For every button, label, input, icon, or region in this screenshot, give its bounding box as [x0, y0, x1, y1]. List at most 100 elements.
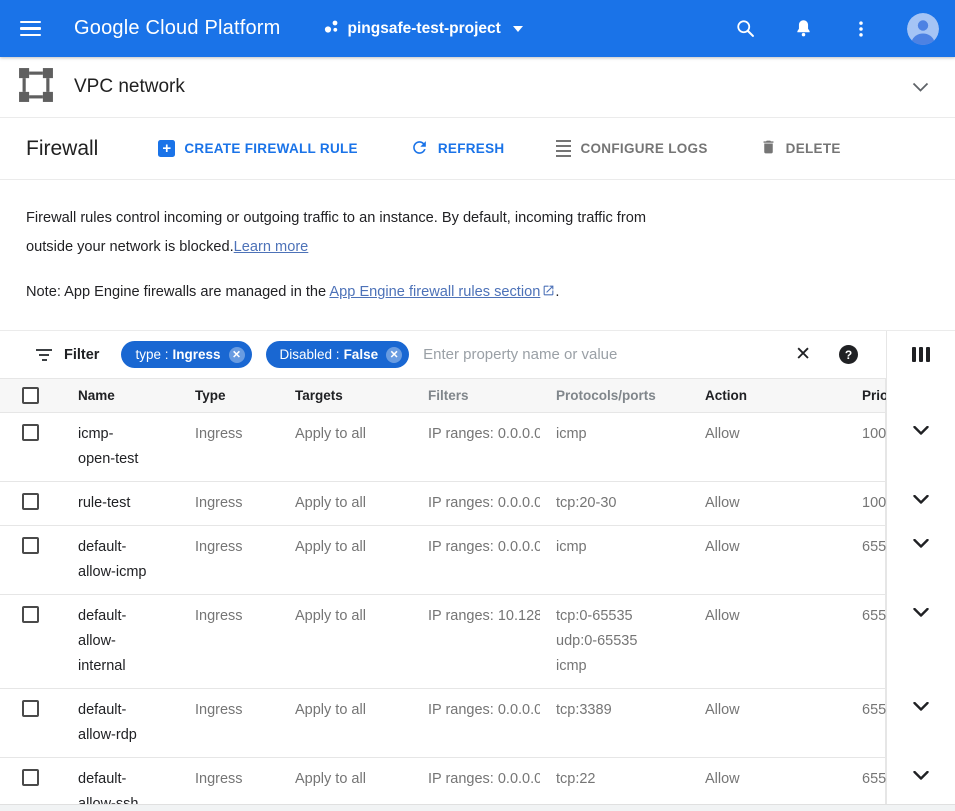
column-header-priority[interactable]: Priority — [862, 387, 886, 404]
rule-filters: IP ranges: 0.0.0.0/0 — [428, 535, 540, 560]
rule-protocols: icmp — [556, 413, 705, 481]
horizontal-scrollbar-track[interactable] — [0, 804, 955, 811]
page-title: Firewall — [26, 137, 98, 161]
project-icon — [323, 18, 340, 40]
project-selector[interactable]: pingsafe-test-project — [323, 18, 523, 40]
table-row: default-allow-rdp Ingress Apply to all I… — [0, 689, 955, 758]
expand-row-chevron-icon[interactable] — [913, 771, 929, 780]
rule-type: Ingress — [195, 482, 295, 525]
column-header-type[interactable]: Type — [195, 379, 295, 412]
rule-filters: IP ranges: 0.0.0.0/0 — [428, 491, 540, 516]
section-header: VPC network — [0, 57, 955, 118]
note-text: Note: App Engine firewalls are managed i… — [26, 284, 329, 300]
rule-filters: IP ranges: 10.128.0.0/9 — [428, 604, 540, 629]
filter-bar: Filter type :Ingress ✕ Disabled :False ✕… — [0, 331, 955, 378]
column-header-filters[interactable]: Filters — [428, 379, 556, 412]
table-header-row: Name Type Targets Filters Protocols/port… — [0, 378, 955, 413]
expand-row-chevron-icon[interactable] — [913, 702, 929, 711]
firewall-rule-name[interactable]: default-allow-rdp — [78, 689, 195, 757]
add-icon: + — [158, 140, 175, 157]
row-checkbox[interactable] — [22, 493, 39, 510]
rule-priority: 65534 — [862, 535, 886, 560]
filter-icon — [36, 349, 52, 361]
remove-chip-icon[interactable]: ✕ — [229, 347, 245, 363]
rule-action: Allow — [705, 413, 862, 481]
rule-priority: 1000 — [862, 491, 886, 516]
row-checkbox[interactable] — [22, 537, 39, 554]
rule-protocols: tcp:20-30 — [556, 482, 705, 525]
expand-row-chevron-icon[interactable] — [913, 539, 929, 548]
rule-priority: 65534 — [862, 767, 886, 792]
filter-chip-type-ingress[interactable]: type :Ingress ✕ — [121, 341, 251, 368]
rule-filters: IP ranges: 0.0.0.0/0 — [428, 422, 540, 447]
menu-icon[interactable] — [16, 7, 60, 51]
app-engine-firewall-link[interactable]: App Engine firewall rules section — [329, 284, 540, 300]
filter-label: Filter — [64, 347, 99, 363]
row-checkbox[interactable] — [22, 424, 39, 441]
trash-icon — [760, 138, 777, 159]
table-row: rule-test Ingress Apply to all IP ranges… — [0, 482, 955, 526]
column-header-protocols[interactable]: Protocols/ports — [556, 379, 705, 412]
rule-priority: 65534 — [862, 604, 886, 629]
logs-list-icon — [556, 140, 571, 158]
expand-row-chevron-icon[interactable] — [913, 495, 929, 504]
delete-button[interactable]: DELETE — [760, 138, 841, 159]
rule-protocols: tcp:0-65535udp:0-65535icmp — [556, 595, 705, 688]
firewall-rule-name[interactable]: default-allow-icmp — [78, 526, 195, 594]
rule-protocols: icmp — [556, 526, 705, 594]
row-checkbox[interactable] — [22, 769, 39, 786]
table-row: default-allow-icmp Ingress Apply to all … — [0, 526, 955, 595]
column-header-name[interactable]: Name — [78, 379, 195, 412]
rule-action: Allow — [705, 595, 862, 688]
vpc-network-icon — [18, 67, 54, 108]
column-display-options-icon[interactable] — [912, 347, 931, 362]
column-header-action[interactable]: Action — [705, 379, 862, 412]
filter-chip-disabled-false[interactable]: Disabled :False ✕ — [266, 341, 410, 368]
filter-input[interactable] — [423, 346, 787, 363]
firewall-rule-name[interactable]: icmp-open-test — [78, 413, 195, 481]
brand-title: Google Cloud Platform — [74, 17, 281, 40]
rule-targets: Apply to all — [295, 413, 428, 481]
row-checkbox[interactable] — [22, 606, 39, 623]
rule-priority: 1000 — [862, 422, 886, 447]
column-header-targets[interactable]: Targets — [295, 379, 428, 412]
search-icon[interactable] — [733, 17, 757, 41]
firewall-rule-name[interactable]: default-allow-internal — [78, 595, 195, 688]
section-title: VPC network — [74, 76, 185, 98]
description-text: Firewall rules control incoming or outgo… — [26, 210, 646, 255]
section-collapse-chevron-icon[interactable] — [912, 82, 929, 92]
table-body: icmp-open-test Ingress Apply to all IP r… — [0, 413, 955, 811]
rule-type: Ingress — [195, 689, 295, 757]
app-header: Google Cloud Platform pingsafe-test-proj… — [0, 0, 955, 57]
notifications-bell-icon[interactable] — [791, 17, 815, 41]
expand-row-chevron-icon[interactable] — [913, 608, 929, 617]
row-checkbox[interactable] — [22, 700, 39, 717]
clear-filters-icon[interactable]: ✕ — [795, 343, 811, 366]
learn-more-link[interactable]: Learn more — [234, 239, 309, 255]
refresh-button[interactable]: REFRESH — [410, 138, 505, 160]
firewall-rule-name[interactable]: rule-test — [78, 482, 195, 525]
rule-action: Allow — [705, 526, 862, 594]
refresh-icon — [410, 138, 429, 160]
firewall-description: Firewall rules control incoming or outgo… — [0, 180, 955, 331]
rule-targets: Apply to all — [295, 595, 428, 688]
configure-logs-button[interactable]: CONFIGURE LOGS — [556, 140, 707, 158]
select-all-checkbox[interactable] — [22, 387, 39, 404]
project-name: pingsafe-test-project — [348, 20, 501, 38]
rule-type: Ingress — [195, 526, 295, 594]
rule-action: Allow — [705, 689, 862, 757]
more-vert-icon[interactable] — [849, 17, 873, 41]
rule-targets: Apply to all — [295, 482, 428, 525]
rule-priority: 65534 — [862, 698, 886, 723]
expand-row-chevron-icon[interactable] — [913, 426, 929, 435]
external-link-icon — [542, 279, 555, 308]
create-firewall-rule-button[interactable]: + CREATE FIREWALL RULE — [158, 140, 358, 157]
remove-chip-icon[interactable]: ✕ — [386, 347, 402, 363]
rule-targets: Apply to all — [295, 689, 428, 757]
rule-type: Ingress — [195, 595, 295, 688]
rule-type: Ingress — [195, 413, 295, 481]
rule-filters: IP ranges: 0.0.0.0/0 — [428, 698, 540, 723]
help-icon[interactable]: ? — [839, 345, 858, 364]
table-row: default-allow-internal Ingress Apply to … — [0, 595, 955, 689]
avatar[interactable] — [907, 13, 939, 45]
